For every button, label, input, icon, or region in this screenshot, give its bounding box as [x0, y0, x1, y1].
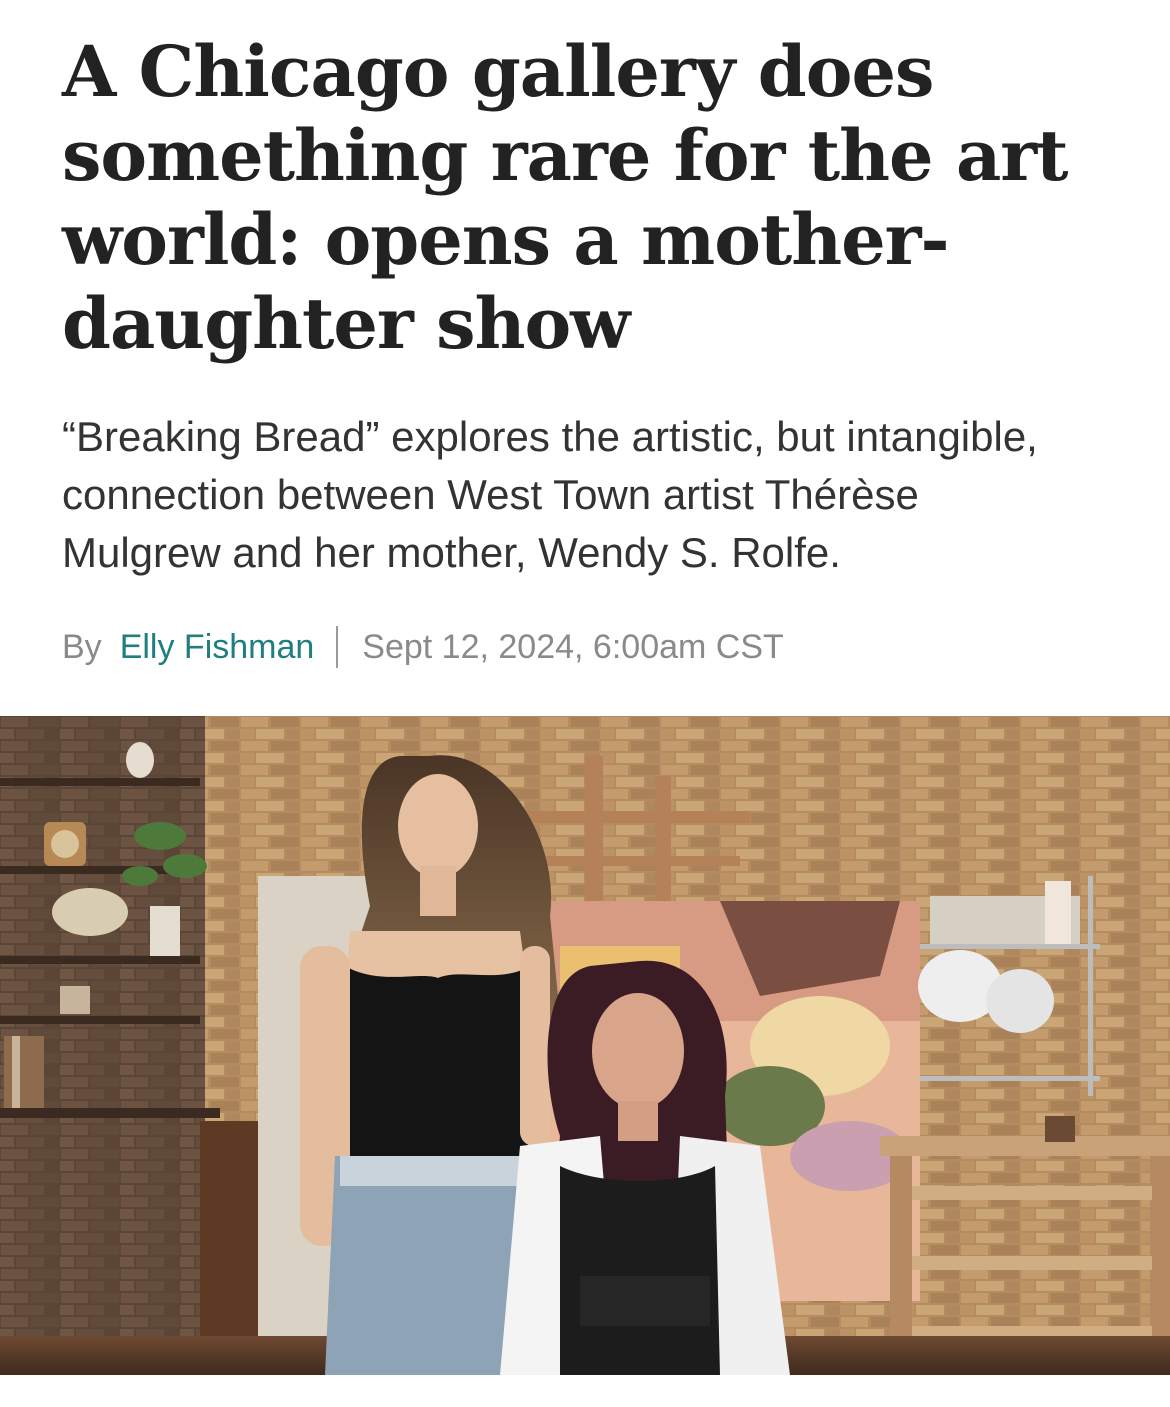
headline: A Chicago gallery does something rare fo… [62, 30, 1069, 365]
article-header: A Chicago gallery does something rare fo… [62, 30, 1122, 668]
dek: “Breaking Bread” explores the artistic, … [62, 413, 1038, 576]
hero-photo [0, 716, 1170, 1375]
byline-divider [336, 626, 339, 668]
hero-photo-illustration [0, 716, 1170, 1375]
byline-prefix: By [62, 627, 102, 666]
byline: By Elly Fishman Sept 12, 2024, 6:00am CS… [62, 626, 1122, 668]
publish-date: Sept 12, 2024, 6:00am CST [362, 627, 784, 666]
author-link[interactable]: Elly Fishman [120, 628, 315, 667]
